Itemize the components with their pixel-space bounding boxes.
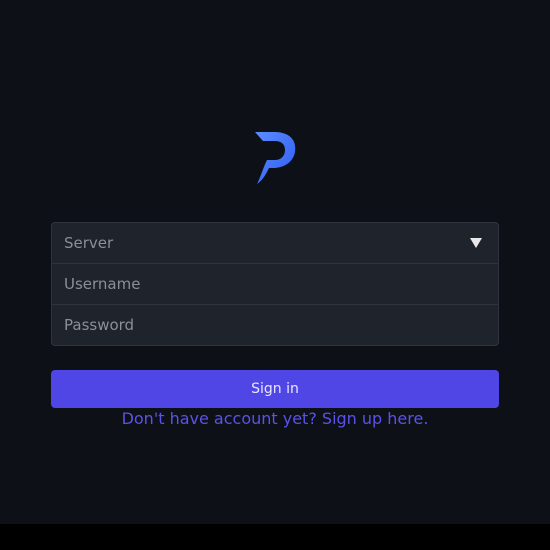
username-input[interactable] [52,264,498,304]
login-form: Server [51,222,499,346]
password-input[interactable] [52,305,498,345]
server-select-placeholder: Server [64,234,114,252]
sign-up-link[interactable]: Don't have account yet? Sign up here. [0,409,550,429]
login-screen: Server Sign in Don't have account yet? S… [0,0,550,524]
password-field-row [52,305,498,345]
sign-in-button[interactable]: Sign in [51,370,499,408]
app-logo-icon [253,130,297,186]
username-field-row [52,264,498,305]
server-select[interactable]: Server [52,223,498,264]
chevron-down-icon[interactable] [470,238,482,248]
